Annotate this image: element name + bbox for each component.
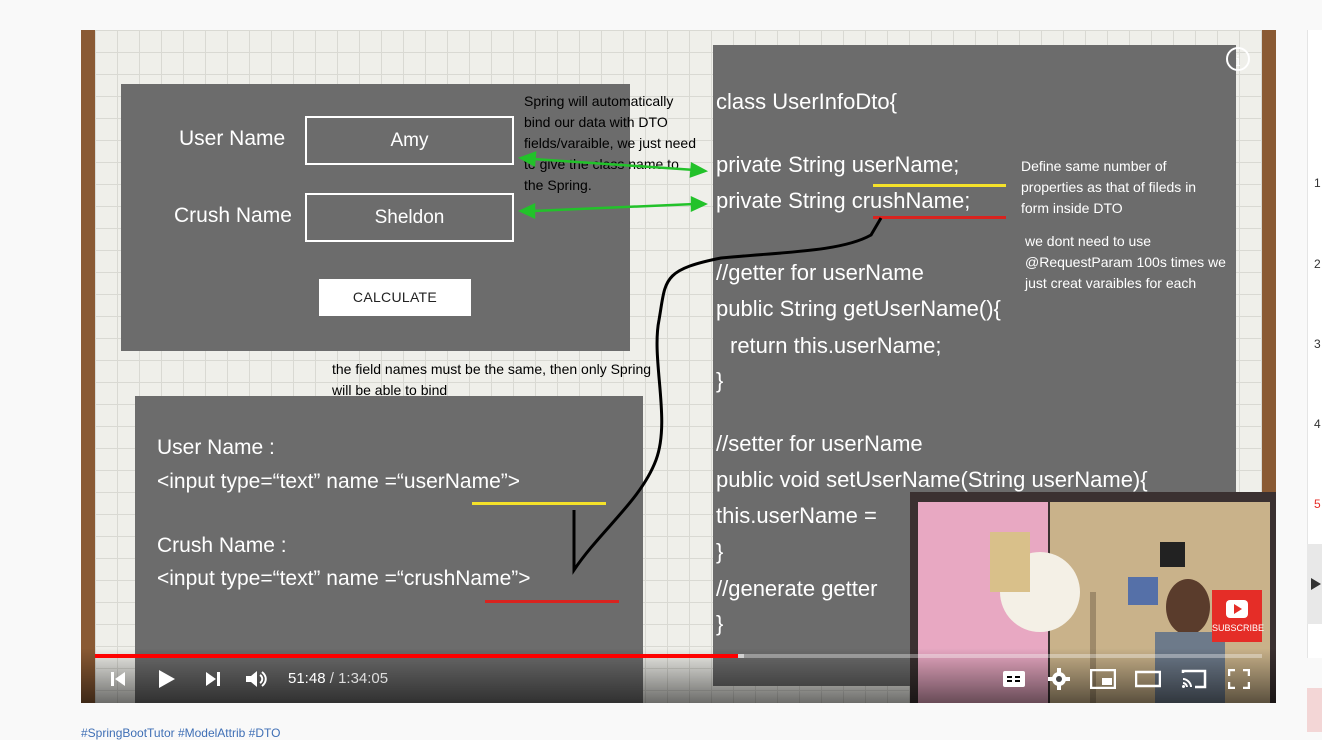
play-button[interactable] [153,666,179,692]
next-button[interactable] [200,666,226,692]
duration: 1:34:05 [338,670,389,687]
volume-button[interactable] [243,666,271,692]
video-hashtags[interactable]: #SpringBootTutor #ModelAttrib #DTO [81,726,280,740]
previous-button[interactable] [105,666,131,692]
play-icon [1226,600,1248,618]
sidebar-thumbnail[interactable] [1307,688,1322,732]
sidebar-number-5: 5 [1314,497,1321,511]
hand-drawn-link-line [572,217,883,575]
green-double-arrow-username [517,151,709,178]
skip-previous-icon [111,672,125,686]
time-separator: / [325,670,339,687]
play-icon [159,670,175,688]
gear-icon [1048,668,1070,690]
volume-icon [246,671,267,687]
sidebar-number-1: 1 [1314,176,1321,190]
sidebar-number-4: 4 [1314,417,1321,431]
sidebar-number-2: 2 [1314,257,1321,271]
cast-button[interactable] [1179,666,1209,692]
info-icon[interactable]: i [1226,47,1250,71]
video-player[interactable]: User Name Amy Crush Name Sheldon CALCULA… [81,30,1276,703]
green-double-arrow-crushname [518,196,708,219]
miniplayer-button[interactable] [1089,666,1117,692]
fullscreen-icon [1228,669,1250,689]
cast-icon [1181,669,1207,689]
fullscreen-button[interactable] [1225,666,1253,692]
captions-icon [1003,671,1025,687]
time-display: 51:48 / 1:34:05 [288,670,388,687]
settings-button[interactable] [1045,666,1073,692]
theater-mode-icon [1135,670,1161,688]
sidebar-number-3: 3 [1314,337,1321,351]
progress-played [95,654,739,658]
current-time: 51:48 [288,670,326,687]
theater-mode-button[interactable] [1134,666,1162,692]
now-playing-icon [1311,578,1321,590]
skip-next-icon [206,672,220,686]
subscribe-button[interactable]: SUBSCRIBE [1212,590,1265,642]
sidebar-current-item[interactable] [1307,544,1322,624]
subscribe-label: SUBSCRIBE [1212,623,1265,633]
miniplayer-icon [1090,669,1116,689]
captions-button[interactable] [1000,666,1028,692]
